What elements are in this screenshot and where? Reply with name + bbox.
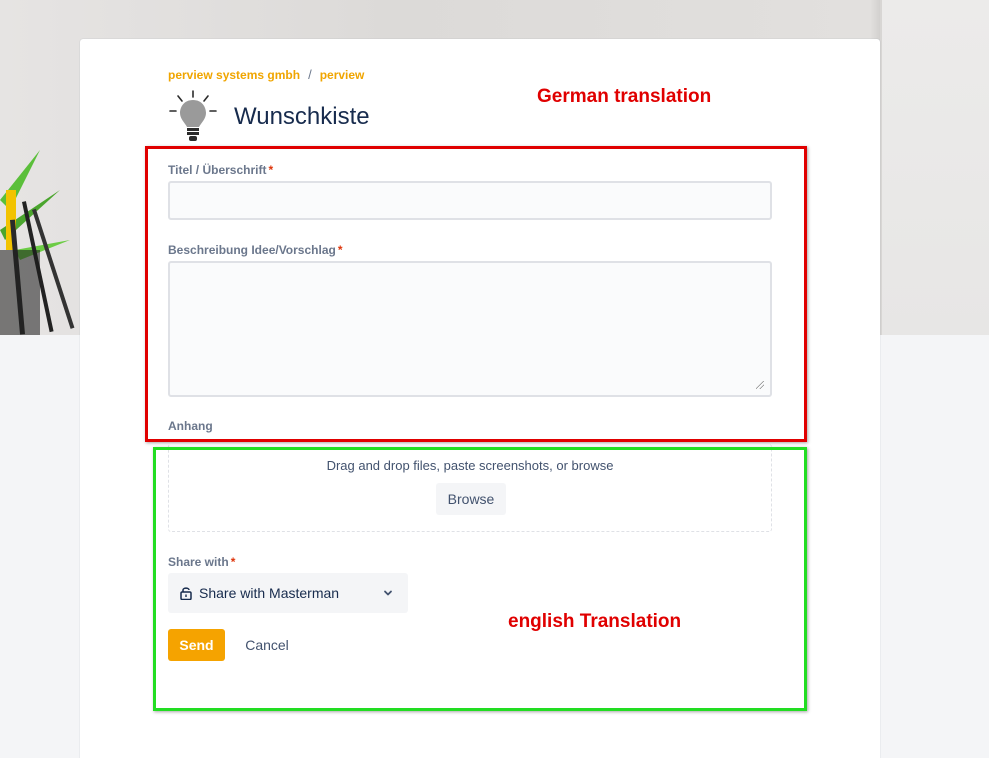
english-annotation-box: [153, 447, 807, 711]
german-annotation-label: German translation: [537, 86, 712, 107]
breadcrumb-separator: /: [308, 67, 312, 82]
breadcrumb-item-org[interactable]: perview systems gmbh: [168, 68, 300, 82]
lightbulb-icon: [169, 90, 217, 141]
breadcrumb-item-project[interactable]: perview: [320, 68, 365, 82]
english-annotation-label: english Translation: [508, 611, 682, 632]
breadcrumb: perview systems gmbh / perview: [168, 67, 364, 82]
page-title: Wunschkiste: [234, 103, 370, 130]
plant-decoration: [0, 150, 75, 335]
german-annotation-box: [145, 146, 807, 442]
background-photo-edge: [880, 0, 989, 335]
